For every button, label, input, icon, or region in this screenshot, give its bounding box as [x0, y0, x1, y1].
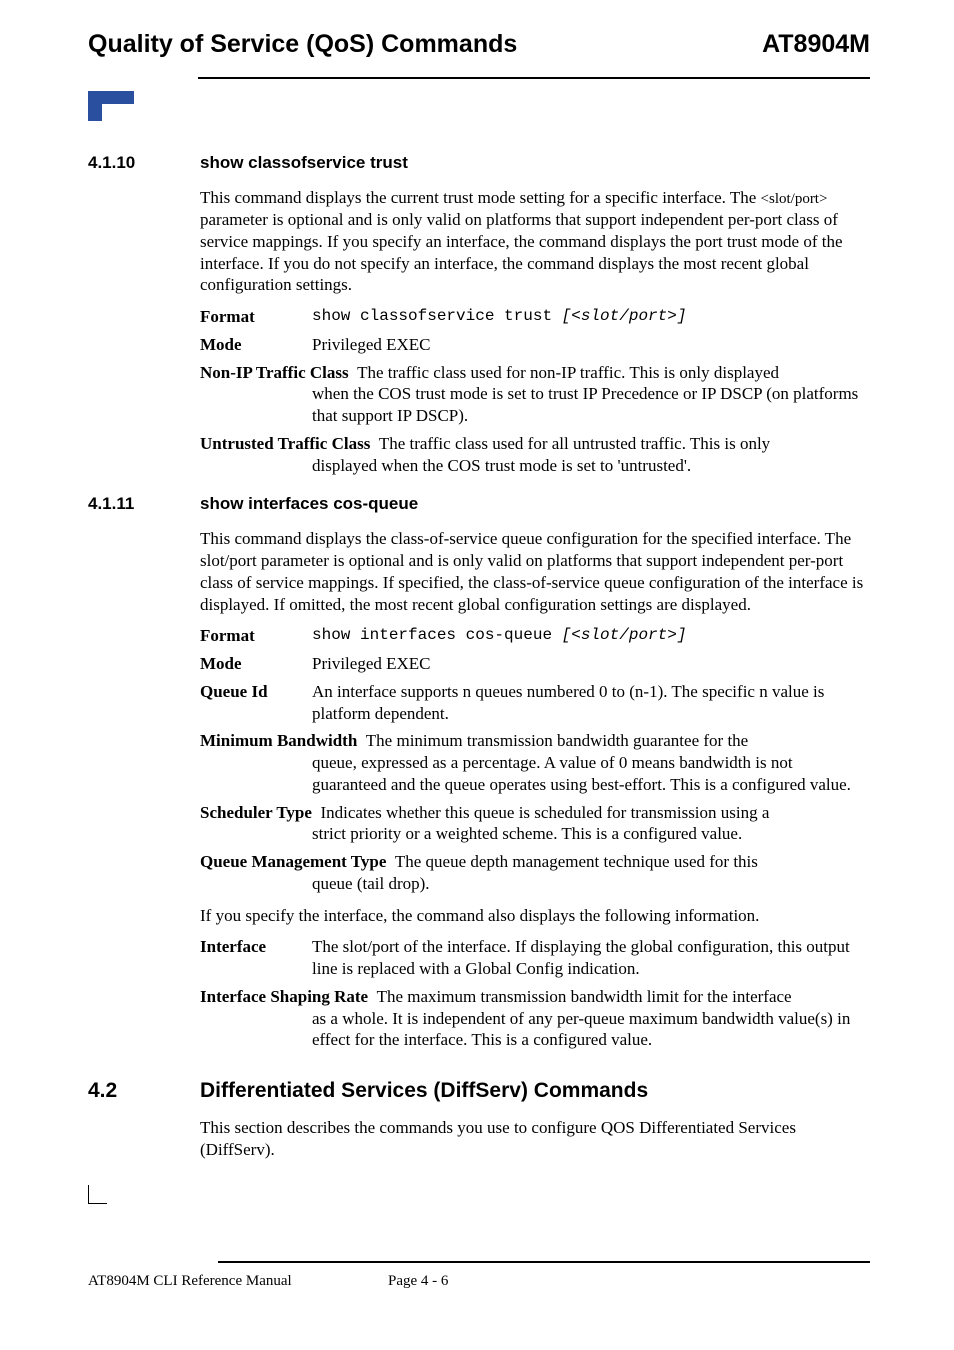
- untrusted-label: Untrusted Traffic Class: [200, 434, 370, 453]
- untrusted-value: The traffic class used for all untrusted…: [370, 434, 770, 453]
- scheduler-row: Scheduler Type Indicates whether this qu…: [200, 802, 870, 846]
- mode-value: Privileged EXEC: [312, 653, 870, 675]
- qmgmt-label: Queue Management Type: [200, 852, 386, 871]
- section-number: 4.2: [88, 1079, 200, 1103]
- header-divider: [198, 77, 870, 79]
- section-4-1-11-body: This command displays the class-of-servi…: [200, 528, 870, 1051]
- format-row: Format show classofservice trust [<slot/…: [200, 306, 870, 328]
- format-value: show interfaces cos-queue [<slot/port>]: [312, 625, 870, 647]
- format-value: show classofservice trust [<slot/port>]: [312, 306, 870, 328]
- interface-value: The slot/port of the interface. If displ…: [312, 936, 870, 980]
- format-row: Format show interfaces cos-queue [<slot/…: [200, 625, 870, 647]
- paragraph: If you specify the interface, the comman…: [200, 905, 870, 927]
- qmgmt-row: Queue Management Type The queue depth ma…: [200, 851, 870, 895]
- header-product: AT8904M: [762, 30, 870, 59]
- interface-row: Interface The slot/port of the interface…: [200, 936, 870, 980]
- mode-row: Mode Privileged EXEC: [200, 334, 870, 356]
- section-number: 4.1.10: [88, 153, 200, 173]
- section-4-2-body: This section describes the commands you …: [200, 1117, 870, 1161]
- section-number: 4.1.11: [88, 494, 200, 514]
- section-title: Differentiated Services (DiffServ) Comma…: [200, 1079, 648, 1103]
- shaping-label: Interface Shaping Rate: [200, 987, 368, 1006]
- section-4-1-10-heading: 4.1.10 show classofservice trust: [88, 153, 870, 173]
- paragraph: This command displays the class-of-servi…: [200, 528, 870, 615]
- section-4-1-10-body: This command displays the current trust …: [200, 187, 870, 476]
- queueid-label: Queue Id: [200, 681, 312, 725]
- nonip-label: Non-IP Traffic Class: [200, 363, 349, 382]
- queueid-row: Queue Id An interface supports n queues …: [200, 681, 870, 725]
- section-4-2-heading: 4.2 Differentiated Services (DiffServ) C…: [88, 1079, 870, 1103]
- section-title: show interfaces cos-queue: [200, 494, 418, 514]
- scheduler-label: Scheduler Type: [200, 803, 312, 822]
- mode-value: Privileged EXEC: [312, 334, 870, 356]
- header-title: Quality of Service (QoS) Commands: [88, 30, 517, 59]
- page-footer: AT8904M CLI Reference Manual Page 4 - 6: [88, 1261, 870, 1290]
- nonip-row: Non-IP Traffic Class The traffic class u…: [200, 362, 870, 427]
- crop-mark-icon: [88, 1185, 107, 1204]
- footer-divider: [218, 1261, 870, 1263]
- shaping-row: Interface Shaping Rate The maximum trans…: [200, 986, 870, 1051]
- queueid-value: An interface supports n queues numbered …: [312, 681, 870, 725]
- page-header: Quality of Service (QoS) Commands AT8904…: [88, 30, 870, 69]
- minbw-label: Minimum Bandwidth: [200, 731, 357, 750]
- section-4-1-11-heading: 4.1.11 show interfaces cos-queue: [88, 494, 870, 514]
- mode-row: Mode Privileged EXEC: [200, 653, 870, 675]
- minbw-row: Minimum Bandwidth The minimum transmissi…: [200, 730, 870, 795]
- nonip-value: The traffic class used for non-IP traffi…: [349, 363, 779, 382]
- format-label: Format: [200, 625, 312, 647]
- mode-label: Mode: [200, 334, 312, 356]
- format-label: Format: [200, 306, 312, 328]
- paragraph: This section describes the commands you …: [200, 1117, 870, 1161]
- interface-label: Interface: [200, 936, 312, 980]
- mode-label: Mode: [200, 653, 312, 675]
- section-title: show classofservice trust: [200, 153, 408, 173]
- logo-icon: [88, 91, 870, 129]
- footer-manual-name: AT8904M CLI Reference Manual: [88, 1273, 388, 1290]
- untrusted-row: Untrusted Traffic Class The traffic clas…: [200, 433, 870, 477]
- paragraph: This command displays the current trust …: [200, 187, 870, 296]
- footer-page-number: Page 4 - 6: [388, 1273, 448, 1290]
